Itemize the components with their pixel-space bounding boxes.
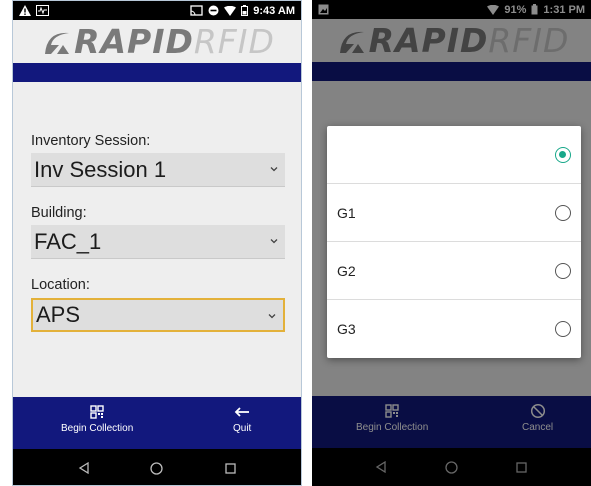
building-value: FAC_1 (34, 228, 102, 254)
wifi-icon (224, 5, 237, 16)
arrow-left-icon (234, 407, 250, 417)
option-label: G3 (337, 321, 356, 337)
phone-screen-left: 9:43 AM RAPIDRFID Inventory Session: Inv… (12, 0, 302, 486)
begin-collection-button[interactable]: Begin Collection (356, 403, 428, 433)
bottom-toolbar: Begin Collection Cancel (312, 396, 591, 448)
recents-square-icon (516, 461, 527, 473)
cancel-button[interactable]: Cancel (522, 403, 553, 433)
choice-dialog: G1 G2 G3 (327, 126, 581, 358)
recents-nav-button[interactable] (220, 458, 240, 478)
chevron-down-icon (270, 167, 278, 172)
building-label: Building: (31, 205, 87, 221)
logo-swirl-icon (339, 31, 364, 53)
option-row-blank[interactable] (327, 126, 581, 184)
image-notification-icon (318, 4, 329, 15)
back-nav-button[interactable] (74, 458, 94, 478)
option-row-g1[interactable]: G1 (327, 184, 581, 242)
battery-icon (531, 4, 538, 15)
logo-swirl-icon (45, 32, 70, 54)
option-label: G1 (337, 204, 356, 221)
location-select[interactable]: APS (31, 298, 285, 332)
rapid-rfid-logo: RAPIDRFID (39, 22, 275, 61)
do-not-disturb-icon (208, 5, 219, 16)
location-label: Location: (31, 277, 90, 293)
recents-square-icon (225, 462, 236, 474)
radio-button[interactable] (555, 205, 571, 221)
cancel-circle-icon (530, 403, 545, 419)
inventory-session-label: Inventory Session: (31, 133, 151, 149)
home-nav-button[interactable] (441, 457, 461, 477)
qr-scan-icon (385, 404, 399, 418)
begin-collection-label: Begin Collection (61, 423, 134, 434)
status-time: 9:43 AM (253, 4, 295, 17)
option-label: G2 (337, 262, 356, 279)
quit-button[interactable]: Quit (233, 404, 251, 434)
bottom-toolbar: Begin Collection Quit (13, 397, 301, 449)
back-triangle-icon (78, 462, 89, 474)
status-bar: 9:43 AM (13, 1, 301, 20)
home-nav-button[interactable] (147, 458, 167, 478)
cast-icon (190, 5, 203, 16)
home-circle-icon (445, 460, 458, 474)
radio-button[interactable] (555, 263, 571, 279)
header-band (13, 63, 301, 82)
rapid-rfid-logo: RAPIDRFID (334, 21, 570, 60)
option-row-g2[interactable]: G2 (327, 242, 581, 300)
begin-collection-label: Begin Collection (356, 422, 429, 433)
qr-scan-icon (90, 405, 104, 419)
phone-screen-right: 91% 1:31 PM RAPIDRFID Begin Collection C… (312, 0, 591, 486)
quit-label: Quit (233, 423, 252, 434)
chevron-down-icon (268, 314, 276, 319)
radio-button[interactable] (555, 147, 571, 163)
android-nav-bar (312, 448, 591, 486)
begin-collection-button[interactable]: Begin Collection (61, 404, 133, 434)
battery-icon (241, 5, 249, 16)
back-triangle-icon (375, 461, 386, 473)
status-bar: 91% 1:31 PM (312, 0, 591, 19)
home-circle-icon (150, 461, 164, 475)
back-nav-button[interactable] (371, 457, 391, 477)
app-header: RAPIDRFID (13, 20, 301, 63)
chevron-down-icon (270, 239, 278, 244)
option-row-g3[interactable]: G3 (327, 300, 581, 358)
wifi-icon (487, 4, 500, 15)
battery-percent: 91% (504, 3, 527, 16)
recents-nav-button[interactable] (512, 457, 532, 477)
status-time: 1:31 PM (543, 3, 585, 16)
cancel-label: Cancel (522, 422, 554, 433)
android-nav-bar (13, 449, 301, 485)
header-band (312, 62, 591, 81)
inventory-session-select[interactable]: Inv Session 1 (31, 153, 285, 187)
pulse-icon (36, 5, 49, 16)
alert-triangle-icon (19, 5, 31, 16)
app-header: RAPIDRFID (312, 19, 591, 62)
location-value: APS (36, 302, 81, 327)
form-area: Inventory Session: Inv Session 1 Buildin… (13, 82, 301, 427)
radio-button[interactable] (555, 321, 571, 337)
inventory-session-value: Inv Session 1 (34, 156, 167, 182)
building-select[interactable]: FAC_1 (31, 225, 285, 259)
